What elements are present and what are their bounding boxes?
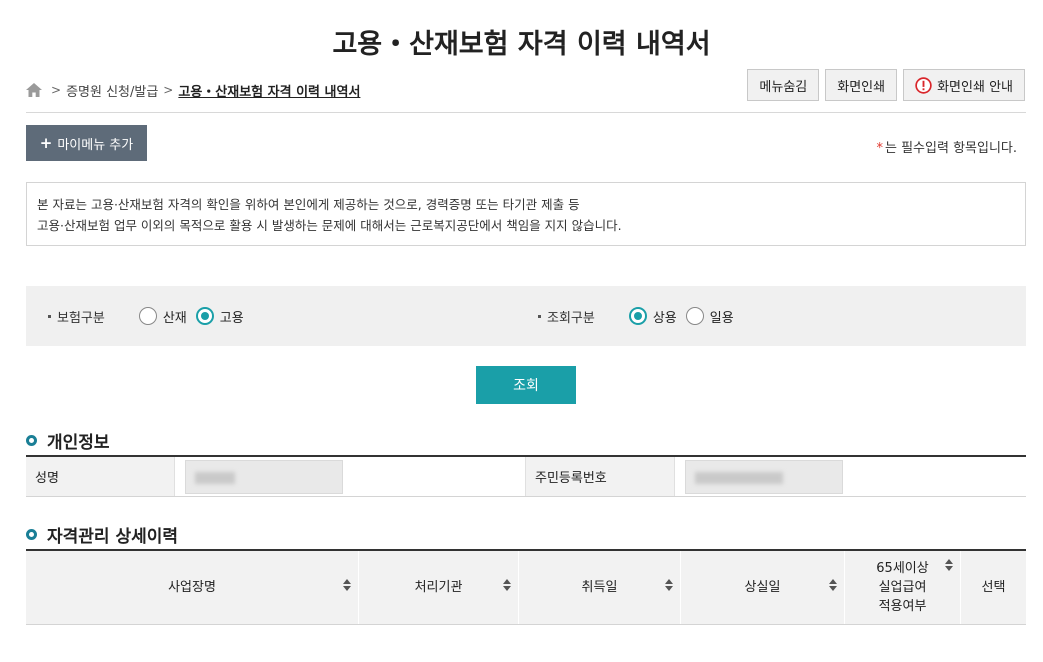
add-my-menu-label: 마이메뉴 추가 [57,137,134,153]
column-label-line: 적용여부 [878,599,927,614]
header-divider [26,112,1026,113]
radio-label: 상용 [652,310,677,326]
required-note-text: 는 필수입력 항목입니다. [885,141,1017,156]
column-agency[interactable]: 처리기관 [359,551,519,624]
radio-sangyong[interactable]: 상용 [628,307,677,326]
rrn-cell [675,457,1026,496]
search-button[interactable]: 조회 [476,366,576,404]
personal-info-table: 성명 주민등록번호 [26,455,1026,497]
radio-circle[interactable] [685,307,704,325]
section-ring-icon [26,529,37,540]
top-toolbar: 메뉴숨김 화면인쇄 화면인쇄 안내 [747,69,1025,101]
radio-sanjae[interactable]: 산재 [138,307,187,326]
sort-icon[interactable] [945,559,953,571]
home-icon[interactable] [26,83,42,97]
column-over65-unemployment[interactable]: 65세이상 실업급여 적용여부 [845,551,961,624]
radio-circle[interactable] [195,307,214,325]
plus-icon: + [39,134,53,152]
print-guide-button[interactable]: 화면인쇄 안내 [903,69,1025,101]
radio-circle[interactable] [628,307,647,325]
section-title-text: 자격관리 상세이력 [47,527,179,547]
add-my-menu-button[interactable]: + 마이메뉴 추가 [26,125,147,161]
rrn-header: 주민등록번호 [525,457,675,496]
insurance-type-field: 보험구분 산재 고용 [48,286,253,346]
radio-goyong[interactable]: 고용 [195,307,244,326]
column-label: 상실일 [744,580,781,595]
radio-label: 고용 [219,310,244,326]
history-table-header: 사업장명 처리기관 취득일 상실일 65세이상 실업급여 적용여부 선택 [26,549,1026,625]
radio-circle[interactable] [138,307,157,325]
sort-icon[interactable] [343,579,351,591]
bullet [538,314,541,318]
print-guide-label: 화면인쇄 안내 [937,79,1013,95]
rrn-masked-value [685,459,843,494]
history-title: 자격관리 상세이력 [26,522,178,547]
radio-label: 산재 [162,310,187,326]
radio-label: 일용 [709,310,734,326]
personal-info-title: 개인정보 [26,428,110,453]
required-star: * [876,141,884,156]
hide-menu-button[interactable]: 메뉴숨김 [747,69,820,101]
column-label: 취득일 [581,580,618,595]
name-cell [175,457,525,496]
column-acquire-date[interactable]: 취득일 [519,551,681,624]
breadcrumb: > 증명원 신청/발급 > 고용・산재보험 자격 이력 내역서 [26,80,360,100]
section-ring-icon [26,435,37,446]
print-screen-button[interactable]: 화면인쇄 [825,69,898,101]
name-masked-value [185,459,343,494]
sort-icon[interactable] [665,579,673,591]
column-label-line: 실업급여 [878,580,927,595]
column-label-line: 65세이상 [876,561,929,576]
column-workplace[interactable]: 사업장명 [26,551,359,624]
breadcrumb-item-certificate[interactable]: 증명원 신청/발급 [66,81,158,100]
notice-box: 본 자료는 고용·산재보험 자격의 확인을 위하여 본인에게 제공하는 것으로,… [26,182,1026,246]
column-label: 선택 [981,580,1006,595]
column-loss-date[interactable]: 상실일 [681,551,845,624]
column-label: 처리기관 [414,580,463,595]
bullet [48,314,51,318]
breadcrumb-separator: > [163,83,174,97]
name-header: 성명 [26,457,175,496]
query-type-field: 조회구분 상용 일용 [538,286,743,346]
breadcrumb-item-current[interactable]: 고용・산재보험 자격 이력 내역서 [178,81,360,100]
notice-line: 고용·산재보험 업무 이외의 목적으로 활용 시 발생하는 문제에 대해서는 근… [37,218,622,233]
column-label: 사업장명 [168,580,216,595]
breadcrumb-separator: > [51,83,62,97]
notice-line: 본 자료는 고용·산재보험 자격의 확인을 위하여 본인에게 제공하는 것으로,… [37,197,580,212]
sort-icon[interactable] [503,579,511,591]
page-title: 고용・산재보험 자격 이력 내역서 [332,29,711,60]
sort-icon[interactable] [829,579,837,591]
column-select: 선택 [961,551,1026,624]
alert-icon [915,76,932,94]
insurance-type-label: 보험구분 [57,310,105,326]
required-note: * 는 필수입력 항목입니다. [877,137,1018,156]
query-type-label: 조회구분 [547,310,595,326]
section-title-text: 개인정보 [47,433,110,453]
search-conditions: 보험구분 산재 고용 조회구분 상용 일용 [26,286,1026,346]
radio-ilyong[interactable]: 일용 [685,307,734,326]
